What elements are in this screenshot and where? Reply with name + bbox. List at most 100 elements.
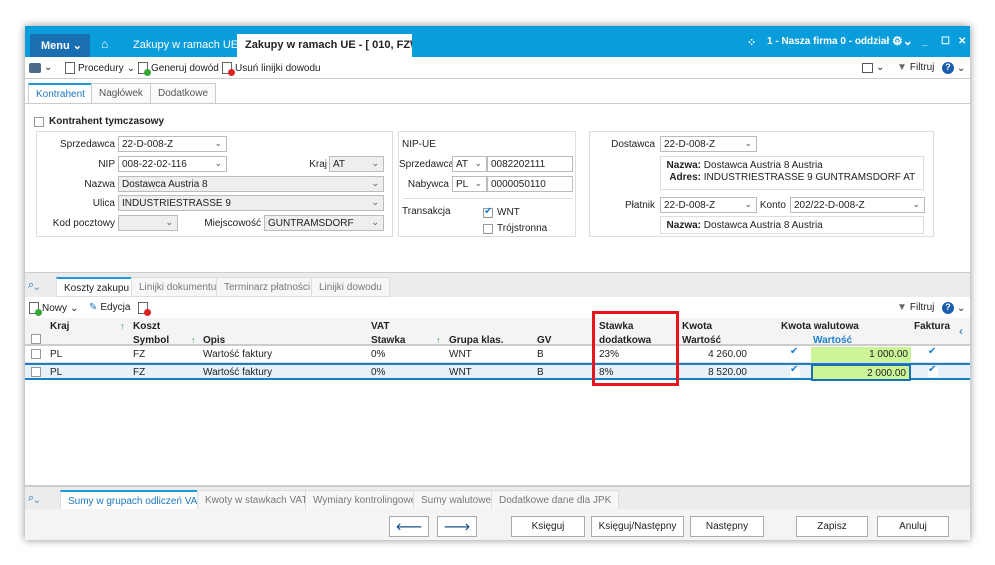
grid-help-button[interactable]: ? ⌄ bbox=[942, 302, 965, 314]
help-button[interactable]: ? ⌄ bbox=[942, 62, 965, 74]
nipue-buyer-country[interactable]: PL ⌄ bbox=[452, 176, 487, 192]
seller-select[interactable]: 22-D-008-Z ⌄ bbox=[118, 136, 227, 152]
next-button[interactable]: Następny bbox=[690, 516, 764, 537]
minimize-icon[interactable]: _ bbox=[922, 36, 928, 47]
bottom-tabs-bar: ⌕⌄ Sumy w grupach odliczeń VAT Kwoty w s… bbox=[25, 485, 970, 510]
close-icon[interactable]: ✕ bbox=[958, 36, 966, 47]
gear-icon[interactable]: ⚙⌄ bbox=[892, 34, 913, 48]
temp-contractor-checkbox[interactable] bbox=[34, 117, 44, 127]
invoice-checkbox[interactable] bbox=[928, 364, 938, 377]
delete-button[interactable] bbox=[138, 302, 151, 316]
currency-checkbox[interactable] bbox=[790, 364, 800, 377]
delete-lines-button[interactable]: Usuń linijki dowodu bbox=[222, 62, 321, 76]
sort-icon[interactable]: ↑ bbox=[191, 335, 196, 345]
currency-checkbox[interactable] bbox=[790, 346, 800, 359]
table-row-selected[interactable]: PL FZ Wartość faktury 0% WNT B 8% 8 520.… bbox=[25, 363, 970, 381]
sort-icon[interactable]: ↑ bbox=[120, 321, 125, 331]
tab-sumy-walutowe[interactable]: Sumy walutowe bbox=[413, 490, 500, 510]
header-stawka[interactable]: Stawka bbox=[371, 335, 405, 346]
name-select[interactable]: Dostawca Austria 8 ⌄ bbox=[118, 176, 384, 192]
street-select[interactable]: INDUSTRIESTRASSE 9 ⌄ bbox=[118, 195, 384, 211]
filter-button[interactable]: ▼ Filtruj bbox=[897, 62, 934, 73]
tab-sumy-vat[interactable]: Sumy w grupach odliczeń VAT bbox=[60, 490, 211, 510]
save-button[interactable]: Zapisz bbox=[796, 516, 868, 537]
supplier-select[interactable]: 22-D-008-Z ⌄ bbox=[660, 136, 757, 152]
procedures-label: Procedury bbox=[78, 62, 124, 74]
nipue-buyer-number[interactable]: 0000050110 bbox=[487, 176, 573, 192]
generate-label: Generuj dowód bbox=[151, 62, 219, 74]
row-checkbox[interactable] bbox=[31, 349, 41, 359]
company-selector[interactable]: 1 - Nasza firma 0 - oddział ⌄ bbox=[767, 36, 900, 47]
header-kwota-walutowa: Kwota walutowa bbox=[781, 321, 859, 332]
info-name-label: Nazwa: bbox=[666, 160, 701, 171]
procedures-button[interactable]: Procedury ⌄ bbox=[65, 62, 135, 74]
tab-linijki-dokumentu[interactable]: Linijki dokumentu bbox=[131, 277, 225, 297]
tab-dodatkowe[interactable]: Dodatkowe bbox=[150, 83, 217, 103]
grid-filter-button[interactable]: ▼ Filtruj bbox=[897, 302, 934, 313]
generate-voucher-button[interactable]: Generuj dowód bbox=[138, 62, 219, 76]
postal-select[interactable]: ⌄ bbox=[118, 215, 178, 231]
post-button[interactable]: Księguj bbox=[511, 516, 585, 537]
header-wartosc[interactable]: Wartość bbox=[682, 335, 721, 346]
tab-naglowek[interactable]: Nagłówek bbox=[91, 83, 151, 103]
seller-group: Sprzedawca 22-D-008-Z ⌄ NIP 008-22-02-116… bbox=[36, 131, 393, 237]
new-label: Nowy bbox=[42, 302, 68, 314]
printer-icon bbox=[29, 62, 41, 73]
header-symbol[interactable]: Symbol bbox=[133, 335, 169, 346]
row-checkbox[interactable] bbox=[31, 367, 41, 377]
payer-select[interactable]: 22-D-008-Z ⌄ bbox=[660, 197, 757, 213]
tab-zakupy-ue[interactable]: Zakupy w ramach UE bbox=[125, 34, 246, 57]
header-gv[interactable]: GV bbox=[537, 335, 551, 346]
previous-arrow-button[interactable]: 🡐 bbox=[389, 516, 429, 537]
table-row[interactable]: PL FZ Wartość faktury 0% WNT B 23% 4 260… bbox=[25, 346, 970, 363]
cell-wartosc-walutowa[interactable]: 1 000.00 bbox=[811, 347, 911, 362]
tab-jpk[interactable]: Dodatkowe dane dla JPK bbox=[491, 490, 620, 510]
tab-kwoty-vat[interactable]: Kwoty w stawkach VAT bbox=[197, 490, 316, 510]
tab-wymiary[interactable]: Wymiary kontrolingowe bbox=[305, 490, 425, 510]
post-next-button[interactable]: Księguj/Następny bbox=[591, 516, 684, 537]
arrow-left-icon: 🡐 bbox=[395, 522, 423, 533]
street-label: Ulica bbox=[92, 198, 115, 209]
view-settings-button[interactable]: ⌄ bbox=[862, 62, 884, 73]
cell-kraj: PL bbox=[50, 367, 63, 378]
new-button[interactable]: Nowy ⌄ bbox=[29, 302, 78, 316]
tab-linijki-dowodu[interactable]: Linijki dowodu bbox=[311, 277, 390, 297]
tripartite-checkbox[interactable] bbox=[483, 224, 493, 234]
select-all-checkbox[interactable] bbox=[31, 334, 41, 344]
tab-kontrahent[interactable]: Kontrahent bbox=[28, 83, 93, 104]
cell-symbol: FZ bbox=[133, 367, 146, 378]
header-grupa-klas[interactable]: Grupa klas. bbox=[449, 335, 503, 346]
invoice-checkbox[interactable] bbox=[928, 346, 938, 359]
apps-grid-icon[interactable]: ⁘ bbox=[747, 36, 756, 49]
next-arrow-button[interactable]: 🡒 bbox=[437, 516, 477, 537]
payer-label: Płatnik bbox=[624, 200, 655, 211]
header-wartosc-walutowa[interactable]: Wartość bbox=[813, 335, 852, 346]
help-icon: ? bbox=[942, 62, 954, 74]
nipue-seller-number[interactable]: 0082202111 bbox=[487, 156, 573, 172]
nipue-seller-country[interactable]: AT ⌄ bbox=[452, 156, 487, 172]
cancel-button[interactable]: Anuluj bbox=[877, 516, 949, 537]
tab-zakupy-ue-document[interactable]: Zakupy w ramach UE - [ 010, FZWN bbox=[237, 34, 412, 57]
payer-info: Nazwa: Dostawca Austria 8 Austria bbox=[660, 216, 924, 234]
cell-wartosc-walutowa-editing[interactable]: 2 000.00 bbox=[811, 364, 911, 381]
edit-button[interactable]: ✎ Edycja bbox=[89, 302, 130, 313]
sort-icon[interactable]: ↑ bbox=[436, 335, 441, 345]
tab-terminarz-platnosci[interactable]: Terminarz płatności bbox=[216, 277, 319, 297]
header-kraj[interactable]: Kraj bbox=[50, 321, 69, 332]
account-select[interactable]: 202/22-D-008-Z ⌄ bbox=[790, 197, 925, 213]
view-search-icon[interactable]: ⌕⌄ bbox=[28, 492, 39, 505]
tab-koszty-zakupu[interactable]: Koszty zakupu bbox=[56, 277, 138, 297]
collapse-panel-icon[interactable]: ‹ bbox=[959, 324, 963, 338]
menu-button[interactable]: Menu ⌄ bbox=[30, 34, 90, 57]
maximize-icon[interactable]: ☐ bbox=[941, 36, 950, 47]
print-button[interactable]: ⌄ bbox=[29, 62, 52, 73]
country-select[interactable]: AT ⌄ bbox=[329, 156, 384, 172]
city-select[interactable]: GUNTRAMSDORF ⌄ bbox=[264, 215, 384, 231]
nip-select[interactable]: 008-22-02-116 ⌄ bbox=[118, 156, 227, 172]
header-opis[interactable]: Opis bbox=[203, 335, 225, 346]
view-search-icon[interactable]: ⌕⌄ bbox=[28, 279, 39, 292]
wnt-checkbox[interactable] bbox=[483, 206, 493, 218]
nip-ue-group: NIP-UE Sprzedawca AT ⌄ 0082202111 Nabywca… bbox=[398, 131, 576, 237]
home-icon[interactable]: ⌂ bbox=[101, 37, 108, 51]
header-faktura[interactable]: Faktura bbox=[914, 321, 950, 332]
